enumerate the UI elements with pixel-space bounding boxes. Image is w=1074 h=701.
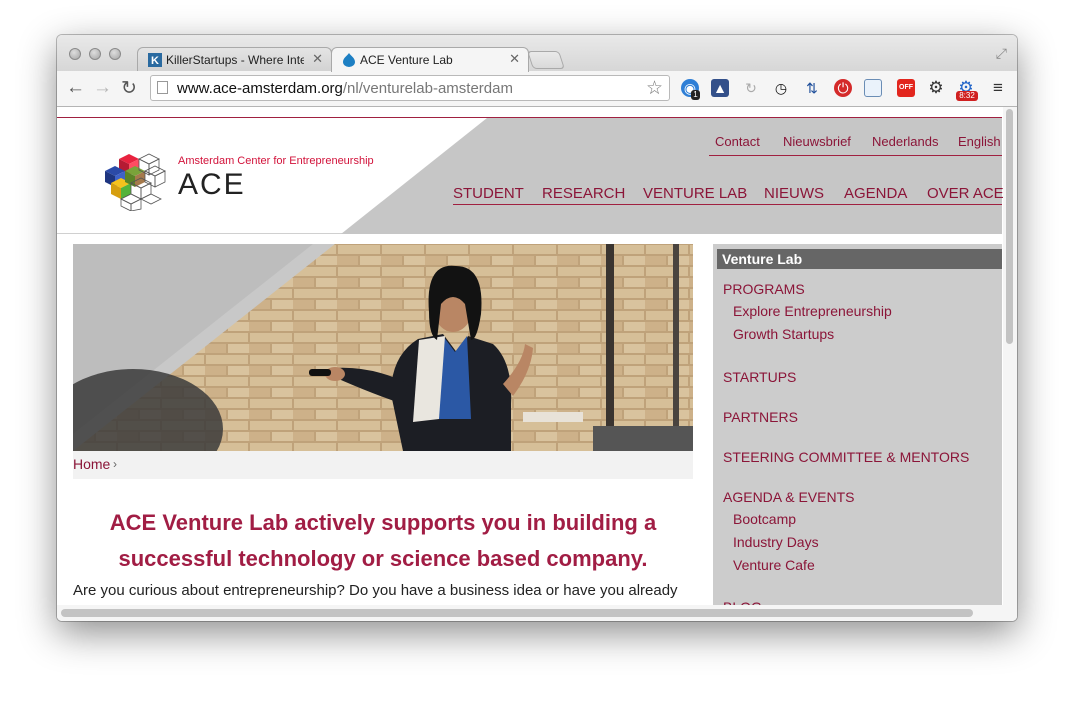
reload-ext-icon[interactable]: ↻ [742,79,760,97]
toplink-english[interactable]: English [958,134,1001,149]
tab-ace-venture-lab[interactable]: ACE Venture Lab ✕ [331,47,529,72]
breadcrumb-home-link[interactable]: Home [73,456,110,472]
window-icon[interactable] [864,79,882,97]
url-text[interactable]: www.ace-amsterdam.org/nl/venturelab-amst… [177,80,513,97]
ghostery-badge: 1 [691,90,700,100]
sidebar-item-industry-days[interactable]: Industry Days [733,534,819,550]
nav-research[interactable]: RESEARCH [542,185,625,202]
ace-cubes-logo-icon [105,153,166,212]
tab-killerstartups[interactable]: K KillerStartups - Where Inte ✕ [137,47,332,72]
ace-logo[interactable]: Amsterdam Center for Entrepreneurship AC… [105,153,374,216]
browser-window: K KillerStartups - Where Inte ✕ ACE Vent… [57,35,1017,621]
toplink-contact[interactable]: Contact [715,134,760,149]
close-tab-icon[interactable]: ✕ [312,51,323,67]
tab-title: KillerStartups - Where Inte [166,53,304,67]
page-viewport: Amsterdam Center for Entrepreneurship AC… [57,107,1017,621]
nav-student[interactable]: STUDENT [453,185,524,202]
headline-line-1: ACE Venture Lab actively supports you in… [109,510,657,535]
download-icon[interactable]: ⇅ [803,79,821,97]
headline-line-2: successful technology or science based c… [118,546,648,571]
toplink-nederlands[interactable]: Nederlands [872,134,939,149]
sidebar-item-startups[interactable]: STARTUPS [723,369,796,385]
forward-icon[interactable]: → [93,77,112,99]
horizontal-scroll-thumb[interactable] [61,609,973,617]
page-icon [157,81,168,94]
logo-name: ACE [178,168,246,201]
address-bar[interactable]: www.ace-amsterdam.org/nl/venturelab-amst… [150,75,670,101]
off-toggle-icon[interactable]: OFF [897,79,915,97]
site-header: Amsterdam Center for Entrepreneurship AC… [57,117,1004,234]
browser-toolbar: ← → ↻ www.ace-amsterdam.org/nl/venturela… [57,71,1017,107]
sidebar: Venture Lab PROGRAMS Explore Entrepreneu… [713,244,1002,621]
sidebar-item-growth-startups[interactable]: Growth Startups [733,326,834,342]
translate-icon[interactable]: ▲ [711,79,729,97]
minimize-window-button[interactable] [89,48,101,60]
sidebar-title: Venture Lab [717,249,1002,269]
presenter-photo [73,244,693,451]
tab-strip: K KillerStartups - Where Inte ✕ ACE Vent… [57,35,1017,72]
hero-image [73,244,693,451]
timer-icon[interactable]: ◷ [772,79,790,97]
svg-text:K: K [151,55,159,67]
fullscreen-icon[interactable]: ⤢ [996,45,1007,62]
sidebar-item-venture-cafe[interactable]: Venture Cafe [733,557,815,573]
breadcrumb: Home › [73,451,693,479]
bookmark-star-icon[interactable]: ☆ [646,77,663,100]
sidebar-item-explore-entrepreneurship[interactable]: Explore Entrepreneurship [733,303,892,319]
killerstartups-favicon-icon: K [148,53,162,67]
breadcrumb-separator: › [113,457,117,471]
mainnav-divider [453,204,1002,205]
menu-icon[interactable]: ≡ [989,79,1007,97]
sidebar-item-agenda-events[interactable]: AGENDA & EVENTS [723,489,854,505]
sidebar-item-steering-committee[interactable]: STEERING COMMITTEE & MENTORS [723,449,969,465]
logo-subtitle: Amsterdam Center for Entrepreneurship [178,155,374,167]
back-icon[interactable]: ← [66,77,85,99]
nav-venture-lab[interactable]: VENTURE LAB [643,185,747,202]
zoom-window-button[interactable] [109,48,121,60]
tab-title: ACE Venture Lab [360,53,453,67]
reload-icon[interactable]: ↻ [121,77,137,100]
sidebar-item-bootcamp[interactable]: Bootcamp [733,511,796,527]
nav-agenda[interactable]: AGENDA [844,185,907,202]
drupal-favicon-icon [343,53,355,67]
stop-icon[interactable]: ⏻ [834,79,852,97]
new-tab-button[interactable] [527,51,565,69]
sidebar-item-partners[interactable]: PARTNERS [723,409,798,425]
close-window-button[interactable] [69,48,81,60]
settings-gear-icon[interactable]: ⚙ [927,79,945,97]
toplink-nieuwsbrief[interactable]: Nieuwsbrief [783,134,851,149]
sidebar-item-programs[interactable]: PROGRAMS [723,281,805,297]
close-tab-icon[interactable]: ✕ [509,51,520,67]
vertical-scroll-thumb[interactable] [1006,109,1013,344]
page-headline: ACE Venture Lab actively supports you in… [73,505,693,577]
nav-over-ace[interactable]: OVER ACE [927,185,1004,202]
vertical-scrollbar[interactable] [1003,107,1017,621]
time-badge: 8:32 [956,91,978,101]
toplinks-divider [709,155,1002,156]
nav-nieuws[interactable]: NIEUWS [764,185,824,202]
horizontal-scrollbar[interactable] [57,605,1003,621]
intro-text: Are you curious about entrepreneurship? … [73,582,678,599]
